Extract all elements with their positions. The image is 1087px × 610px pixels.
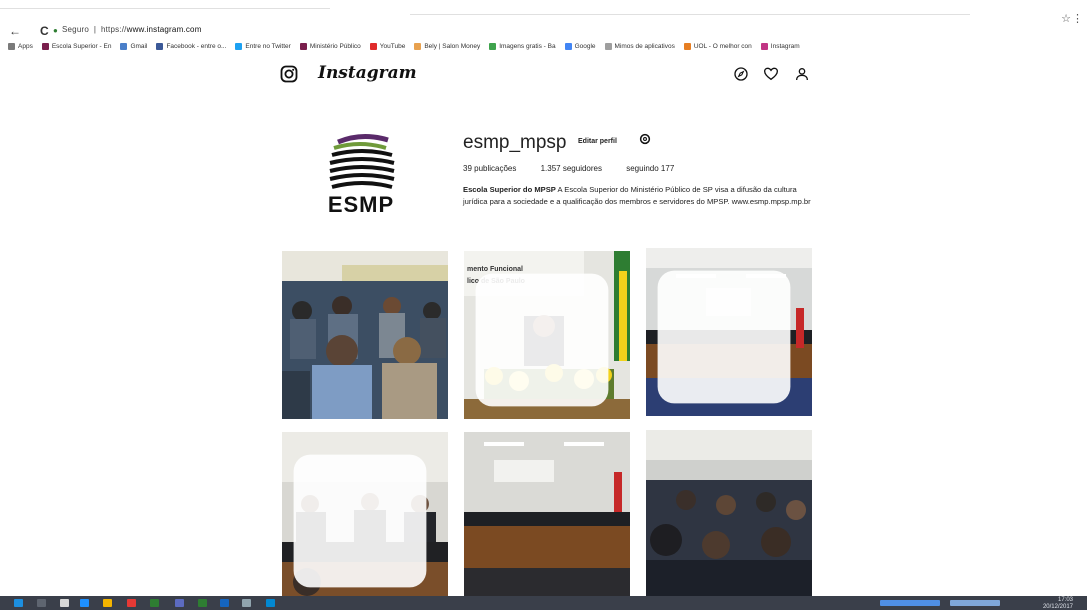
settings-gear-icon[interactable]	[638, 132, 652, 146]
bookmark-label: Imagens gratis - Ba	[499, 43, 556, 50]
bookmark-favicon-icon	[8, 43, 15, 50]
bookmark-label: Entre no Twitter	[245, 43, 291, 50]
post-tile[interactable]	[646, 248, 812, 416]
browser-menu-icon[interactable]: ⋮	[1072, 12, 1083, 25]
bookmark-favicon-icon	[235, 43, 243, 50]
bookmark-label: Instagram	[770, 43, 800, 50]
file-explorer-icon[interactable]	[103, 599, 112, 607]
bookmarks-bar: Apps Escola Superior - En Gmail Facebook - …	[8, 37, 1078, 51]
followers-count[interactable]: 1.357 seguidores	[541, 164, 602, 173]
app-icon[interactable]	[175, 599, 184, 607]
bookmark-favicon-icon	[414, 43, 422, 50]
bookmark-item[interactable]: Mimos de aplicativos	[604, 43, 675, 50]
excel-icon[interactable]	[198, 599, 207, 607]
following-count[interactable]: seguindo 177	[626, 164, 674, 173]
posts-count: 39 publicações	[463, 164, 517, 173]
bookmark-favicon-icon	[156, 43, 164, 50]
bio-link[interactable]: www.esmp.mpsp.mp.br	[732, 197, 811, 206]
bookmark-favicon-icon	[683, 43, 691, 50]
instagram-wordmark[interactable]: Instagram	[318, 63, 417, 83]
bookmark-item[interactable]: Facebook - entre o...	[156, 43, 226, 50]
app-icon[interactable]	[242, 599, 251, 607]
post-tile[interactable]	[646, 430, 812, 598]
multiple-photos-icon	[475, 273, 609, 407]
bookmark-label: Mimos de aplicativos	[614, 43, 675, 50]
multiple-photos-icon	[657, 270, 791, 404]
chrome-icon[interactable]	[127, 599, 136, 607]
taskbar-clock[interactable]: 17:03 20/12/2017	[1043, 597, 1073, 610]
bookmark-label: Google	[574, 43, 596, 50]
bookmark-label: YouTube	[379, 43, 406, 50]
url-domain: www.instagram.com	[126, 25, 202, 34]
bookmark-favicon-icon	[564, 43, 572, 50]
bookmark-item[interactable]: Entre no Twitter	[235, 43, 291, 50]
bookmark-label: Bely | Salon Money	[424, 43, 481, 50]
scan-artifact	[0, 8, 330, 9]
bookmark-item[interactable]: Instagram	[760, 43, 800, 50]
url-prefix: https://	[100, 25, 127, 34]
bookmark-label: Facebook - entre o...	[166, 43, 227, 50]
bookmark-item[interactable]: Escola Superior - En	[41, 43, 112, 50]
bookmark-item[interactable]: UOL - O melhor con	[683, 43, 752, 50]
profile-bio: Escola Superior do MPSP A Escola Superio…	[463, 184, 818, 208]
heart-icon[interactable]	[763, 66, 779, 82]
avatar-text: ESMP	[327, 192, 395, 217]
search-icon[interactable]	[37, 599, 46, 607]
app-icon[interactable]	[150, 599, 159, 607]
bookmark-label: Gmail	[130, 43, 148, 50]
post-tile[interactable]: mento Funcional lico de São Paulo	[464, 251, 630, 419]
security-label: Seguro	[62, 25, 89, 34]
windows-start-icon[interactable]	[14, 599, 23, 607]
bookmark-item[interactable]: Ministério Público	[299, 43, 361, 50]
bookmark-label: Escola Superior - En	[51, 43, 112, 50]
profile-username: esmp_mpsp	[463, 132, 567, 153]
bookmark-item[interactable]: Apps	[8, 43, 33, 50]
avatar[interactable]: ESMP	[322, 132, 400, 220]
multiple-photos-icon	[293, 454, 427, 588]
post-tile[interactable]	[282, 432, 448, 600]
bookmark-label: Apps	[18, 43, 33, 50]
bookmark-item[interactable]: Bely | Salon Money	[414, 43, 480, 50]
edit-profile-button[interactable]: Editar perfil	[578, 138, 617, 145]
word-icon[interactable]	[220, 599, 229, 607]
task-view-icon[interactable]	[60, 599, 69, 607]
bookmark-label: Ministério Público	[309, 43, 361, 50]
bookmark-favicon-icon	[489, 43, 497, 50]
post-tile[interactable]	[464, 432, 630, 600]
address-bar[interactable]: Seguro | https://www.instagram.com	[62, 25, 202, 34]
bookmark-item[interactable]: Gmail	[120, 43, 147, 50]
profile-stats: 39 publicações 1.357 seguidores seguindo…	[463, 164, 696, 173]
windows-taskbar: 17:03 20/12/2017	[0, 596, 1087, 610]
bookmark-favicon-icon	[41, 43, 49, 50]
notification-icons[interactable]	[950, 600, 1000, 606]
scan-artifact	[410, 14, 970, 15]
edge-browser-icon[interactable]	[80, 599, 89, 607]
app-icon[interactable]	[266, 599, 275, 607]
bio-name: Escola Superior do MPSP	[463, 185, 556, 194]
system-tray-icons[interactable]	[880, 600, 940, 606]
esmp-logo-graphic	[329, 134, 395, 189]
clock-date: 20/12/2017	[1042, 603, 1073, 610]
bookmark-favicon-icon	[120, 43, 128, 50]
audience-photo	[282, 251, 448, 419]
bookmark-favicon-icon	[760, 43, 768, 50]
bookmark-favicon-icon	[299, 43, 307, 50]
bookmark-item[interactable]: Imagens gratis - Ba	[489, 43, 556, 50]
instagram-logo-icon[interactable]	[280, 65, 298, 83]
explore-icon[interactable]	[733, 66, 749, 82]
audience-wide-photo	[646, 430, 812, 598]
bookmark-label: UOL - O melhor con	[693, 43, 752, 50]
user-icon[interactable]	[794, 66, 810, 82]
bookmark-favicon-icon	[604, 43, 612, 50]
post-tile[interactable]	[282, 251, 448, 419]
bookmark-favicon-icon	[369, 43, 377, 50]
bookmark-item[interactable]: Google	[564, 43, 596, 50]
panel-room-photo	[464, 432, 630, 600]
instagram-header: Instagram	[280, 63, 820, 87]
bookmark-star-icon[interactable]: ☆	[1061, 12, 1071, 25]
bookmark-item[interactable]: YouTube	[369, 43, 406, 50]
